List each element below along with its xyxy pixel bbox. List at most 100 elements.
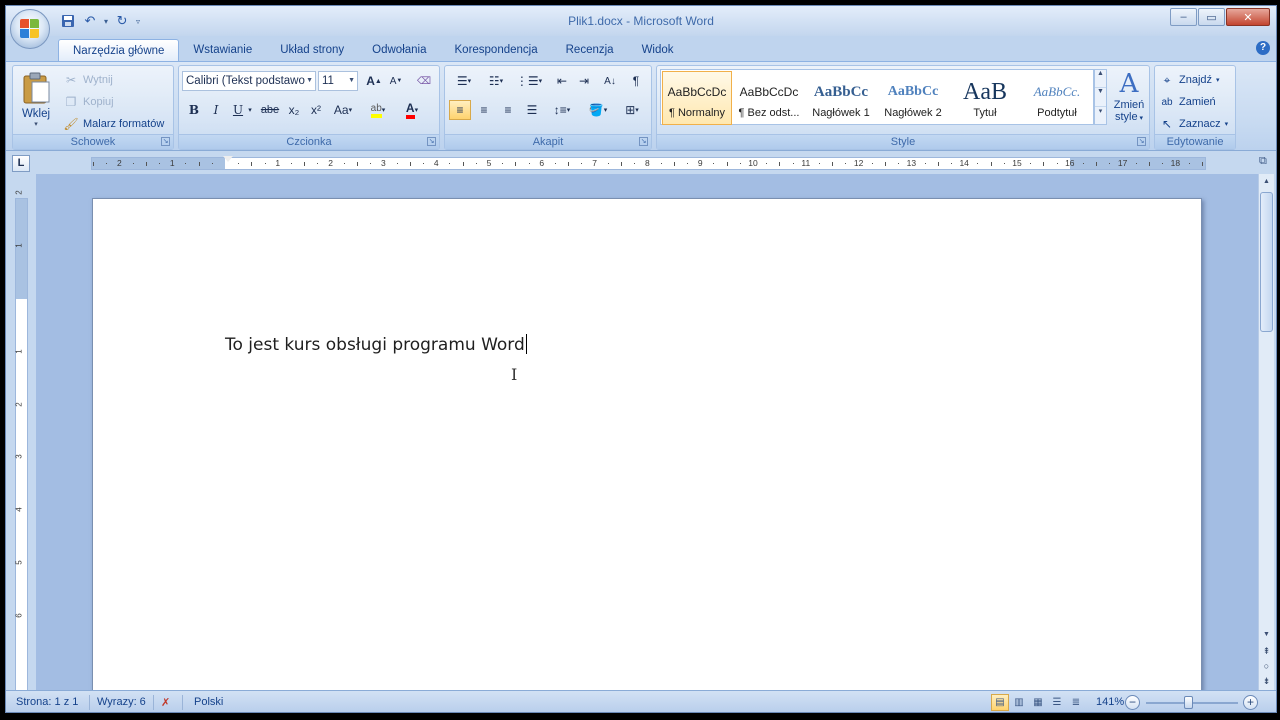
font-launcher-icon[interactable]: ↘ bbox=[427, 137, 436, 146]
justify-button[interactable]: ☰ bbox=[521, 100, 543, 120]
align-right-button[interactable]: ≡ bbox=[497, 100, 519, 120]
status-bar: Strona: 1 z 1 Wyrazy: 6 ✗ Polski ▤ ▥ ▦ ☰… bbox=[6, 690, 1276, 712]
strikethrough-button[interactable]: abe bbox=[259, 100, 281, 120]
align-center-button[interactable]: ≡ bbox=[473, 100, 495, 120]
underline-dropdown-icon[interactable]: ▾ bbox=[245, 100, 255, 120]
help-icon[interactable]: ? bbox=[1256, 41, 1270, 55]
scrollbar-thumb[interactable] bbox=[1260, 192, 1273, 332]
sort-button[interactable]: A↓ bbox=[599, 71, 621, 91]
copy-button[interactable]: ❐ Kopiuj bbox=[63, 92, 114, 112]
maximize-button[interactable]: ▭ bbox=[1198, 8, 1225, 26]
first-line-indent-marker[interactable] bbox=[223, 156, 233, 162]
format-painter-button[interactable]: 🖌 Malarz formatów bbox=[63, 114, 164, 134]
page-count[interactable]: Strona: 1 z 1 bbox=[16, 696, 78, 708]
change-styles-button[interactable]: A Zmień style ▾ bbox=[1111, 69, 1147, 131]
language-indicator[interactable]: Polski bbox=[194, 696, 223, 708]
zoom-slider-thumb[interactable] bbox=[1184, 696, 1193, 709]
vertical-ruler-text-area bbox=[16, 299, 27, 694]
grow-font-button[interactable]: A ▲ bbox=[363, 71, 385, 91]
word-count[interactable]: Wyrazy: 6 bbox=[97, 696, 146, 708]
bullets-button[interactable]: ☰ ▾ bbox=[449, 71, 479, 91]
cut-button[interactable]: ✂ Wytnij bbox=[63, 70, 113, 90]
style-name: ¶ Bez odst... bbox=[738, 107, 800, 119]
office-button[interactable] bbox=[10, 9, 50, 49]
shading-button[interactable]: 🪣 ▾ bbox=[583, 100, 613, 120]
tab-insert[interactable]: Wstawianie bbox=[179, 39, 266, 61]
line-spacing-button[interactable]: ↕≡ ▾ bbox=[547, 100, 577, 120]
tab-mailings[interactable]: Korespondencja bbox=[441, 39, 552, 61]
style-item-no-spacing[interactable]: AaBbCcDc ¶ Bez odst... bbox=[734, 71, 804, 125]
tab-references[interactable]: Odwołania bbox=[358, 39, 440, 61]
tab-review[interactable]: Recenzja bbox=[552, 39, 628, 61]
vertical-ruler[interactable]: 2 1 1 2 3 4 5 6 bbox=[15, 191, 28, 694]
proofing-icon[interactable]: ✗ bbox=[161, 696, 170, 709]
style-item-title[interactable]: AaB Tytuł bbox=[950, 71, 1020, 125]
document-text-line[interactable]: To jest kurs obsługi programu Word bbox=[225, 334, 527, 355]
tab-page-layout[interactable]: Układ strony bbox=[266, 39, 358, 61]
multilevel-list-button[interactable]: ⋮☰ ▾ bbox=[513, 71, 545, 91]
increase-indent-button[interactable]: ⇥ bbox=[573, 71, 595, 91]
find-button[interactable]: ⌖ Znajdź ▾ bbox=[1159, 70, 1220, 90]
paragraph-launcher-icon[interactable]: ↘ bbox=[639, 137, 648, 146]
scissors-icon: ✂ bbox=[65, 73, 77, 87]
align-left-button[interactable]: ≡ bbox=[449, 100, 471, 120]
bold-button[interactable]: B bbox=[183, 100, 205, 120]
gallery-more-icon[interactable]: ▾ bbox=[1095, 107, 1106, 124]
decrease-indent-button[interactable]: ⇤ bbox=[551, 71, 573, 91]
brush-icon: 🖌 bbox=[63, 117, 79, 131]
paste-button[interactable]: Wklej ▾ bbox=[16, 69, 56, 133]
tab-home[interactable]: Narzędzia główne bbox=[58, 39, 180, 61]
browse-object-icon[interactable]: ○ bbox=[1259, 659, 1274, 673]
scroll-up-arrow-icon[interactable]: ▲ bbox=[1259, 174, 1274, 189]
outline-view-icon[interactable]: ☰ bbox=[1048, 694, 1066, 711]
style-sample: AaBbCcDc bbox=[667, 85, 727, 99]
zoom-in-button[interactable]: + bbox=[1243, 695, 1258, 710]
replace-button[interactable]: ab Zamień bbox=[1159, 92, 1215, 112]
style-item-subtitle[interactable]: AaBbCc. Podtytuł bbox=[1022, 71, 1092, 125]
style-item-normal[interactable]: AaBbCcDc ¶ Normalny bbox=[662, 71, 732, 125]
scroll-down-arrow-icon[interactable]: ▼ bbox=[1259, 627, 1274, 642]
style-item-heading-1[interactable]: AaBbCc Nagłówek 1 bbox=[806, 71, 876, 125]
clear-formatting-button[interactable]: ⌫ bbox=[413, 71, 435, 91]
zoom-level[interactable]: 141% bbox=[1096, 696, 1124, 708]
border-grid-icon: ⊞ bbox=[625, 103, 636, 117]
draft-view-icon[interactable]: ≣ bbox=[1067, 694, 1085, 711]
minimize-button[interactable]: ‒ bbox=[1170, 8, 1197, 26]
document-page[interactable]: To jest kurs obsługi programu Word I bbox=[92, 198, 1202, 690]
borders-button[interactable]: ⊞ ▾ bbox=[617, 100, 647, 120]
font-name-select[interactable]: Calibri (Tekst podstawo ▼ bbox=[182, 71, 316, 91]
vertical-scrollbar[interactable]: ▲ ▼ ⇞ ○ ⇟ bbox=[1258, 174, 1274, 690]
clipboard-launcher-icon[interactable]: ↘ bbox=[161, 137, 170, 146]
style-item-heading-2[interactable]: AaBbCc Nagłówek 2 bbox=[878, 71, 948, 125]
group-font: Calibri (Tekst podstawo ▼ 11 ▼ A ▲ A ▼ ⌫ B… bbox=[178, 65, 440, 150]
ruler-number: 2 bbox=[328, 158, 333, 168]
horizontal-ruler[interactable]: 2 1 1 2 3 4 5 6 7 8 9 10 11 12 13 14 15 16 17 18 bbox=[91, 156, 1206, 170]
ruler-number: 8 bbox=[645, 158, 650, 168]
shrink-font-button[interactable]: A ▼ bbox=[385, 71, 407, 91]
zoom-out-button[interactable]: − bbox=[1125, 695, 1140, 710]
font-color-button[interactable]: A ▾ bbox=[397, 100, 427, 120]
superscript-button[interactable]: x² bbox=[305, 100, 327, 120]
view-ruler-icon[interactable]: ⧉ bbox=[1259, 155, 1273, 171]
select-button[interactable]: ↖ Zaznacz ▾ bbox=[1159, 114, 1228, 134]
change-case-button[interactable]: Aa ▾ bbox=[329, 100, 357, 120]
scroll-down-icon[interactable]: ▼ bbox=[1095, 88, 1106, 107]
show-formatting-button[interactable]: ¶ bbox=[625, 71, 647, 91]
scroll-up-icon[interactable]: ▲ bbox=[1095, 70, 1106, 89]
font-size-select[interactable]: 11 ▼ bbox=[318, 71, 358, 91]
close-button[interactable]: ✕ bbox=[1226, 8, 1270, 26]
numbering-button[interactable]: ☷ ▾ bbox=[481, 71, 511, 91]
previous-page-icon[interactable]: ⇞ bbox=[1259, 644, 1274, 658]
print-layout-view-icon[interactable]: ▤ bbox=[991, 694, 1009, 711]
word-window: ↶ ▾ ↻ ▿ Plik1.docx - Microsoft Word ‒ ▭ … bbox=[5, 5, 1277, 713]
tab-view[interactable]: Widok bbox=[628, 39, 688, 61]
web-layout-view-icon[interactable]: ▦ bbox=[1029, 694, 1047, 711]
subscript-button[interactable]: x₂ bbox=[283, 100, 305, 120]
italic-button[interactable]: I bbox=[205, 100, 227, 120]
next-page-icon[interactable]: ⇟ bbox=[1259, 674, 1274, 688]
tab-selector-button[interactable]: L bbox=[12, 155, 30, 172]
full-screen-reading-view-icon[interactable]: ▥ bbox=[1010, 694, 1028, 711]
styles-launcher-icon[interactable]: ↘ bbox=[1137, 137, 1146, 146]
highlight-button[interactable]: ab ▾ bbox=[363, 100, 393, 120]
copy-icon: ❐ bbox=[65, 95, 77, 109]
